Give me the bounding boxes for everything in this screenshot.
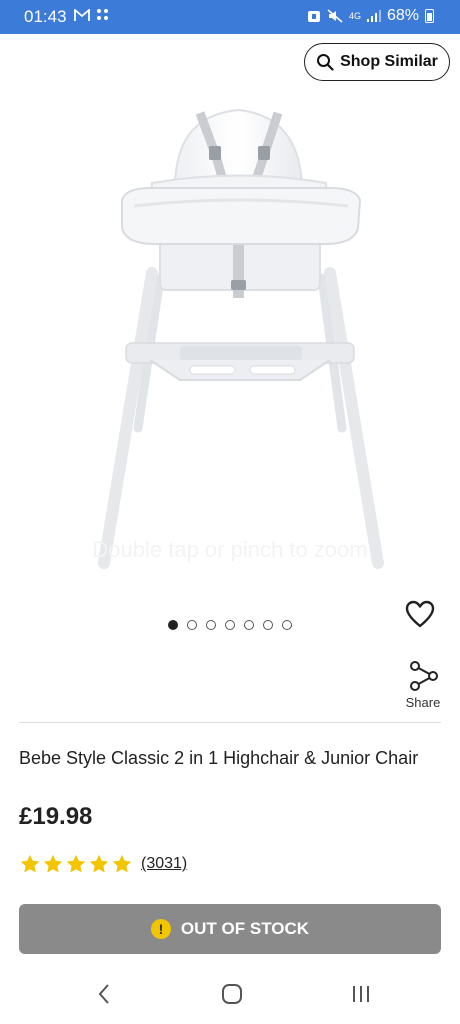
- mute-icon: [327, 9, 343, 23]
- shop-similar-label: Shop Similar: [340, 53, 438, 70]
- battery-icon: [425, 9, 434, 23]
- system-nav-bar: [0, 964, 460, 1024]
- apps-grid-icon: [97, 9, 108, 20]
- signal-icon: [366, 10, 381, 22]
- back-icon: [98, 984, 109, 1004]
- carousel-dot[interactable]: [168, 620, 178, 630]
- out-of-stock-label: OUT OF STOCK: [180, 919, 310, 938]
- highchair-image: [98, 108, 384, 569]
- share-button[interactable]: Share: [398, 660, 448, 710]
- review-count-link[interactable]: (3031): [141, 855, 187, 873]
- battery-percent: 68%: [386, 7, 419, 24]
- share-icon: [410, 661, 438, 691]
- gmail-icon: [74, 8, 90, 21]
- product-price: £19.98: [19, 803, 93, 830]
- product-image[interactable]: [0, 88, 460, 598]
- status-bar: 01:43 4G 68%: [0, 0, 460, 34]
- warning-icon: !: [150, 919, 171, 939]
- carousel-dots[interactable]: [168, 620, 292, 630]
- status-time: 01:43: [24, 7, 67, 26]
- network-type: 4G: [348, 10, 361, 21]
- out-of-stock-button[interactable]: ! OUT OF STOCK: [19, 904, 441, 954]
- status-right-icons: 4G 68%: [307, 7, 434, 25]
- carousel-dot[interactable]: [187, 620, 197, 630]
- search-icon: [317, 54, 334, 71]
- heart-icon: [405, 600, 435, 628]
- divider: [19, 722, 441, 723]
- carousel-dot[interactable]: [263, 620, 273, 630]
- alarm-icon: [307, 11, 320, 22]
- star-icon: [20, 854, 40, 873]
- share-label: Share: [405, 695, 441, 710]
- carousel-dot[interactable]: [282, 620, 292, 630]
- star-icon: [89, 854, 109, 873]
- recents-icon: [353, 986, 369, 1002]
- nav-back-button[interactable]: [84, 979, 124, 1009]
- carousel-dot[interactable]: [206, 620, 216, 630]
- wishlist-button[interactable]: [405, 600, 439, 630]
- carousel-dot[interactable]: [244, 620, 254, 630]
- nav-recents-button[interactable]: [341, 979, 381, 1009]
- rating-stars: [19, 853, 133, 875]
- star-icon: [66, 854, 86, 873]
- product-rating[interactable]: (3031): [19, 853, 187, 875]
- product-title: Bebe Style Classic 2 in 1 Highchair & Ju…: [19, 748, 419, 768]
- shop-similar-button[interactable]: Shop Similar: [304, 43, 450, 81]
- home-icon: [222, 984, 242, 1004]
- star-icon: [112, 854, 132, 873]
- status-left-icons: [74, 8, 110, 22]
- carousel-dot[interactable]: [225, 620, 235, 630]
- nav-home-button[interactable]: [212, 979, 252, 1009]
- star-icon: [43, 854, 63, 873]
- zoom-hint: Double tap or pinch to zoom: [92, 537, 368, 562]
